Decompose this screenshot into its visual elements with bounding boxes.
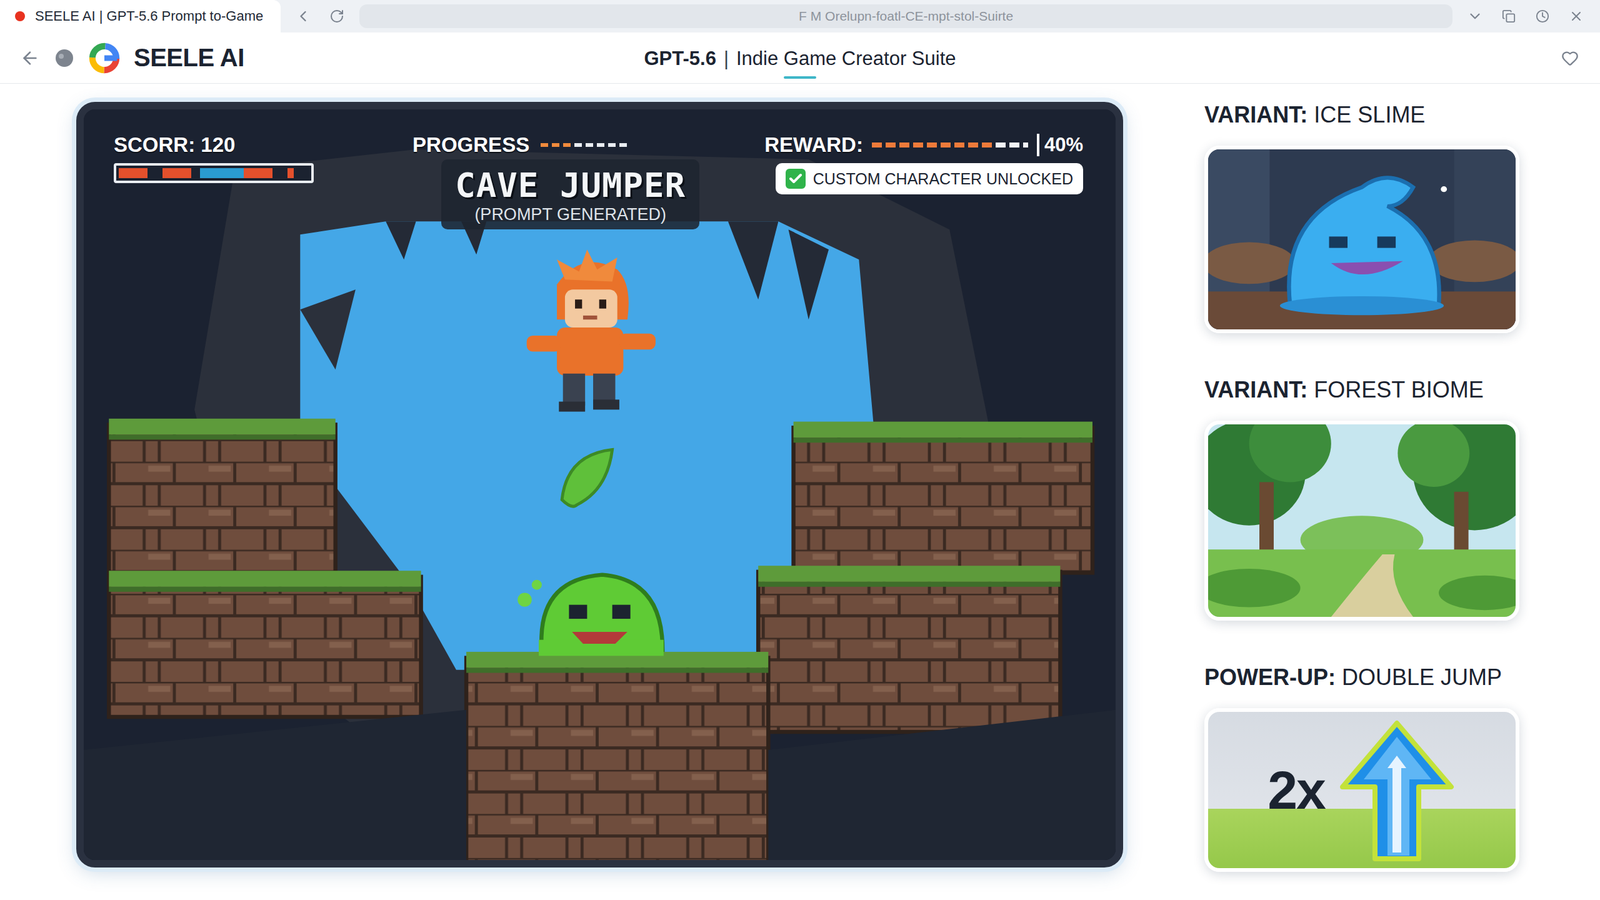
- rock-platform: [108, 418, 335, 580]
- tab-favicon-icon: [15, 11, 25, 22]
- card-image[interactable]: [1204, 420, 1520, 621]
- favorite-icon[interactable]: [1558, 46, 1582, 70]
- game-title-box: CAVE JUMPER(PROMPT GENERATED): [441, 159, 700, 230]
- unlock-badge: CUSTOM CHARACTER UNLOCKED: [775, 163, 1084, 195]
- brand-name: SEELE AI: [133, 43, 245, 72]
- rock-platform: [466, 651, 769, 860]
- reward-bar: [871, 142, 1029, 148]
- variant-column: VARIANT:ICE SLIME VARIANT:FOREST BIOME POW…: [1204, 101, 1524, 900]
- logo-icon: [87, 41, 122, 75]
- double-jump-image: 2x: [1208, 711, 1516, 869]
- ice-slime-image: [1208, 149, 1516, 330]
- card-image[interactable]: [1204, 145, 1520, 334]
- reward-block: REWARD:40%: [764, 133, 1084, 157]
- leaf-pickup[interactable]: [561, 449, 613, 507]
- main-area: SCORR: 120 PROGRESSCAVE JUMPER(PROMPT GEN…: [0, 83, 1600, 900]
- rock-platform: [758, 565, 1060, 732]
- browser-tab[interactable]: SEELE AI | GPT-5.6 Prompt to-Game: [0, 0, 281, 33]
- back-arrow-icon[interactable]: [18, 46, 42, 70]
- page: SEELE AI | GPT-5.6 Prompt to-Game F M Ore…: [0, 0, 1600, 900]
- rock-platform: [108, 570, 421, 717]
- forest-biome-image: [1208, 424, 1516, 617]
- close-icon[interactable]: [1565, 5, 1588, 28]
- title-underline: [783, 76, 817, 79]
- back-icon[interactable]: [291, 5, 315, 28]
- up-arrow-icon: [1337, 718, 1457, 862]
- address-bar[interactable]: F M Orelupn-foatl-CE-mpt-stol-Suirte: [359, 4, 1453, 29]
- game-hud: SCORR: 120 PROGRESSCAVE JUMPER(PROMPT GEN…: [113, 133, 1084, 230]
- hero-character[interactable]: [526, 249, 656, 412]
- powerup-card[interactable]: POWER-UP:DOUBLE JUMP 2x: [1204, 664, 1524, 872]
- card-image[interactable]: 2x: [1204, 708, 1520, 872]
- score-block: SCORR: 120: [113, 133, 314, 184]
- game-frame[interactable]: SCORR: 120 PROGRESSCAVE JUMPER(PROMPT GEN…: [76, 101, 1124, 868]
- reload-icon[interactable]: [325, 5, 349, 28]
- copy-icon[interactable]: [1497, 5, 1520, 28]
- card-label: VARIANT:ICE SLIME: [1204, 101, 1524, 129]
- card-label: POWER-UP:DOUBLE JUMP: [1204, 664, 1524, 691]
- slime-enemy[interactable]: [517, 575, 664, 657]
- dropdown-icon[interactable]: [1463, 5, 1487, 28]
- history-icon[interactable]: [1531, 5, 1554, 28]
- progress-bar: [540, 143, 629, 147]
- header-title: GPT-5.6|Indie Game Creator Suite: [643, 37, 956, 79]
- browser-bar: SEELE AI | GPT-5.6 Prompt to-Game F M Ore…: [0, 0, 1600, 33]
- multiplier-text: 2x: [1267, 759, 1325, 822]
- app-icon[interactable]: [53, 47, 75, 69]
- score-bar: [113, 163, 314, 184]
- app-header: SEELE AI GPT-5.6|Indie Game Creator Suite: [0, 32, 1600, 84]
- rock-platform: [793, 421, 1093, 574]
- progress-block: PROGRESS: [412, 133, 629, 157]
- check-icon: [785, 168, 806, 189]
- biome-card[interactable]: VARIANT:FOREST BIOME: [1204, 376, 1524, 621]
- creature-card[interactable]: VARIANT:ICE SLIME: [1204, 101, 1524, 334]
- card-label: VARIANT:FOREST BIOME: [1204, 376, 1524, 404]
